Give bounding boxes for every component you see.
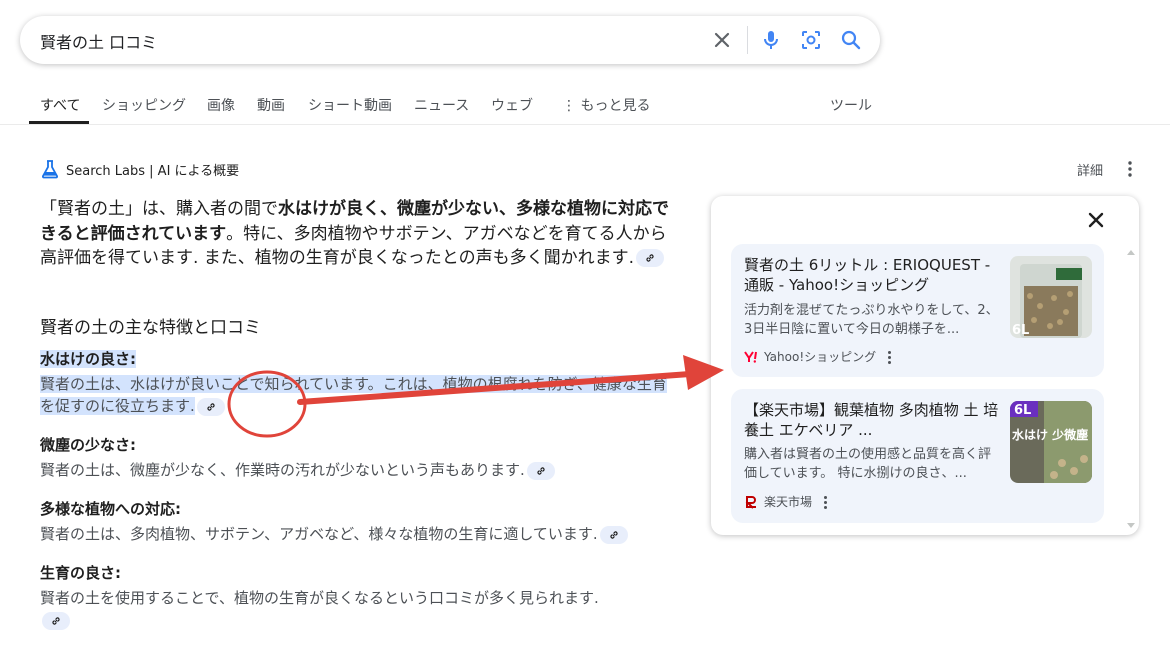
tab-more[interactable]: ⋮ もっと見る [562, 95, 650, 115]
link-icon [207, 402, 215, 411]
feature-text-growth-content: 賢者の土を使用することで、植物の生育が良くなるという口コミが多く見られます. [40, 589, 599, 607]
yahoo-logo-icon [744, 350, 757, 363]
source-title[interactable]: 【楽天市場】観葉植物 多肉植物 土 培養土 エケベリア ... [744, 400, 999, 440]
ai-overview-header: Search Labs | AI による概要 [40, 157, 239, 181]
source-options-icon[interactable] [824, 495, 828, 509]
rakuten-logo-icon [745, 495, 756, 509]
feature-text-drainage-content: 賢者の土は、水はけが良いことで知られています。これは、植物の根腐れを防ぎ、健康な… [40, 375, 667, 415]
more-options-icon[interactable] [1122, 160, 1138, 178]
feature-text-variety-content: 賢者の土は、多肉植物、サボテン、アガベなど、様々な植物の生育に適しています. [40, 525, 598, 543]
summary-text-1: 「賢者の土」は、購入者の間で [40, 199, 278, 219]
link-icon [646, 254, 654, 262]
link-icon [610, 530, 618, 539]
feature-text-dust: 賢者の土は、微塵が少なく、作業時の汚れが少ないという声もあります. [40, 459, 670, 481]
citation-link[interactable] [42, 611, 70, 630]
ai-overview-summary: 「賢者の土」は、購入者の間で水はけが良く、微塵が少ない、多様な植物に対応できると… [40, 197, 670, 271]
source-title[interactable]: 賢者の土 6リットル : ERIOQUEST - 通販 - Yahoo!ショッピ… [744, 255, 999, 295]
feature-label-drainage-text: 水はけの良さ: [40, 350, 136, 368]
link-icon [52, 616, 60, 625]
tab-short-videos[interactable]: ショート動画 [308, 95, 392, 115]
citation-link[interactable] [636, 249, 665, 267]
more-dots-icon: ⋮ [562, 98, 576, 114]
lens-icon[interactable] [799, 28, 823, 52]
feature-text-variety: 賢者の土は、多肉植物、サボテン、アガベなど、様々な植物の生育に適しています. [40, 523, 670, 545]
detail-button[interactable]: 詳細 [1077, 160, 1103, 179]
microphone-icon[interactable] [759, 28, 783, 52]
citation-link[interactable] [599, 525, 628, 544]
scroll-down-icon[interactable] [1126, 522, 1136, 530]
feature-label-growth: 生育の良さ: [40, 564, 121, 582]
feature-text-dust-content: 賢者の土は、微塵が少なく、作業時の汚れが少ないという声もあります. [40, 461, 525, 479]
source-card-yahoo[interactable]: 賢者の土 6リットル : ERIOQUEST - 通販 - Yahoo!ショッピ… [731, 244, 1104, 377]
section-heading: 賢者の土の主な特徴と口コミ [40, 318, 261, 338]
search-tabs: すべて ショッピング 画像 動画 ショート動画 ニュース ウェブ ⋮ もっと見る… [0, 86, 1170, 125]
soil-bag-image: 6L [1010, 256, 1092, 338]
tab-news[interactable]: ニュース [414, 95, 469, 115]
tab-more-label: もっと見る [580, 98, 651, 114]
feature-text-drainage: 賢者の土は、水はけが良いことで知られています。これは、植物の根腐れを防ぎ、健康な… [40, 373, 670, 417]
search-input[interactable]: 賢者の土 口コミ [40, 29, 157, 53]
tab-tools[interactable]: ツール [830, 95, 872, 115]
source-site[interactable]: Yahoo!ショッピング [744, 348, 892, 365]
source-thumbnail: 6L [1010, 256, 1092, 338]
source-snippet: 活力剤を混ぜてたっぷり水やりをして、2、3日半日陰に置いて今日の朝様子を... [744, 303, 999, 337]
tab-images[interactable]: 画像 [207, 95, 235, 115]
feature-label-drainage: 水はけの良さ: [40, 348, 136, 369]
source-site-name: 楽天市場 [764, 495, 813, 509]
source-site[interactable]: 楽天市場 [744, 493, 828, 510]
citation-link[interactable] [526, 461, 555, 480]
close-icon[interactable] [1084, 208, 1108, 232]
feature-label-variety: 多様な植物への対応: [40, 500, 181, 518]
thumbnail-label: 6L [1014, 403, 1031, 418]
thumbnail-caption: 水はけ 少微塵 粒状土 [1012, 427, 1092, 442]
search-bar[interactable]: 賢者の土 口コミ [20, 16, 880, 64]
link-icon [537, 466, 545, 475]
soil-product-image: 6L 水はけ 少微塵 粒状土 [1010, 401, 1092, 483]
citation-link[interactable] [196, 397, 225, 416]
tab-all[interactable]: すべて [40, 95, 80, 115]
feature-text-growth: 賢者の土を使用することで、植物の生育が良くなるという口コミが多く見られます. [40, 587, 625, 631]
flask-icon [41, 160, 59, 179]
sources-panel: 賢者の土 6リットル : ERIOQUEST - 通販 - Yahoo!ショッピ… [711, 196, 1139, 535]
clear-icon[interactable] [710, 28, 734, 52]
ai-overview-title: Search Labs | AI による概要 [66, 163, 240, 179]
source-site-name: Yahoo!ショッピング [764, 350, 877, 364]
tab-web[interactable]: ウェブ [491, 95, 533, 115]
search-divider [747, 26, 748, 54]
source-thumbnail: 6L 水はけ 少微塵 粒状土 [1010, 401, 1092, 483]
tab-shopping[interactable]: ショッピング [102, 95, 186, 115]
source-card-rakuten[interactable]: 【楽天市場】観葉植物 多肉植物 土 培養土 エケベリア ... 購入者は賢者の土… [731, 389, 1104, 523]
scroll-up-icon[interactable] [1126, 248, 1136, 256]
search-icon[interactable] [839, 28, 863, 52]
source-snippet: 購入者は賢者の土の使用感と品質を高く評価しています。 特に水捌けの良さ、... [744, 447, 992, 481]
feature-label-dust: 微塵の少なさ: [40, 436, 136, 454]
thumbnail-label: 6L [1012, 323, 1029, 338]
tab-videos[interactable]: 動画 [257, 95, 285, 115]
source-options-icon[interactable] [888, 350, 892, 364]
active-tab-indicator [29, 121, 89, 124]
